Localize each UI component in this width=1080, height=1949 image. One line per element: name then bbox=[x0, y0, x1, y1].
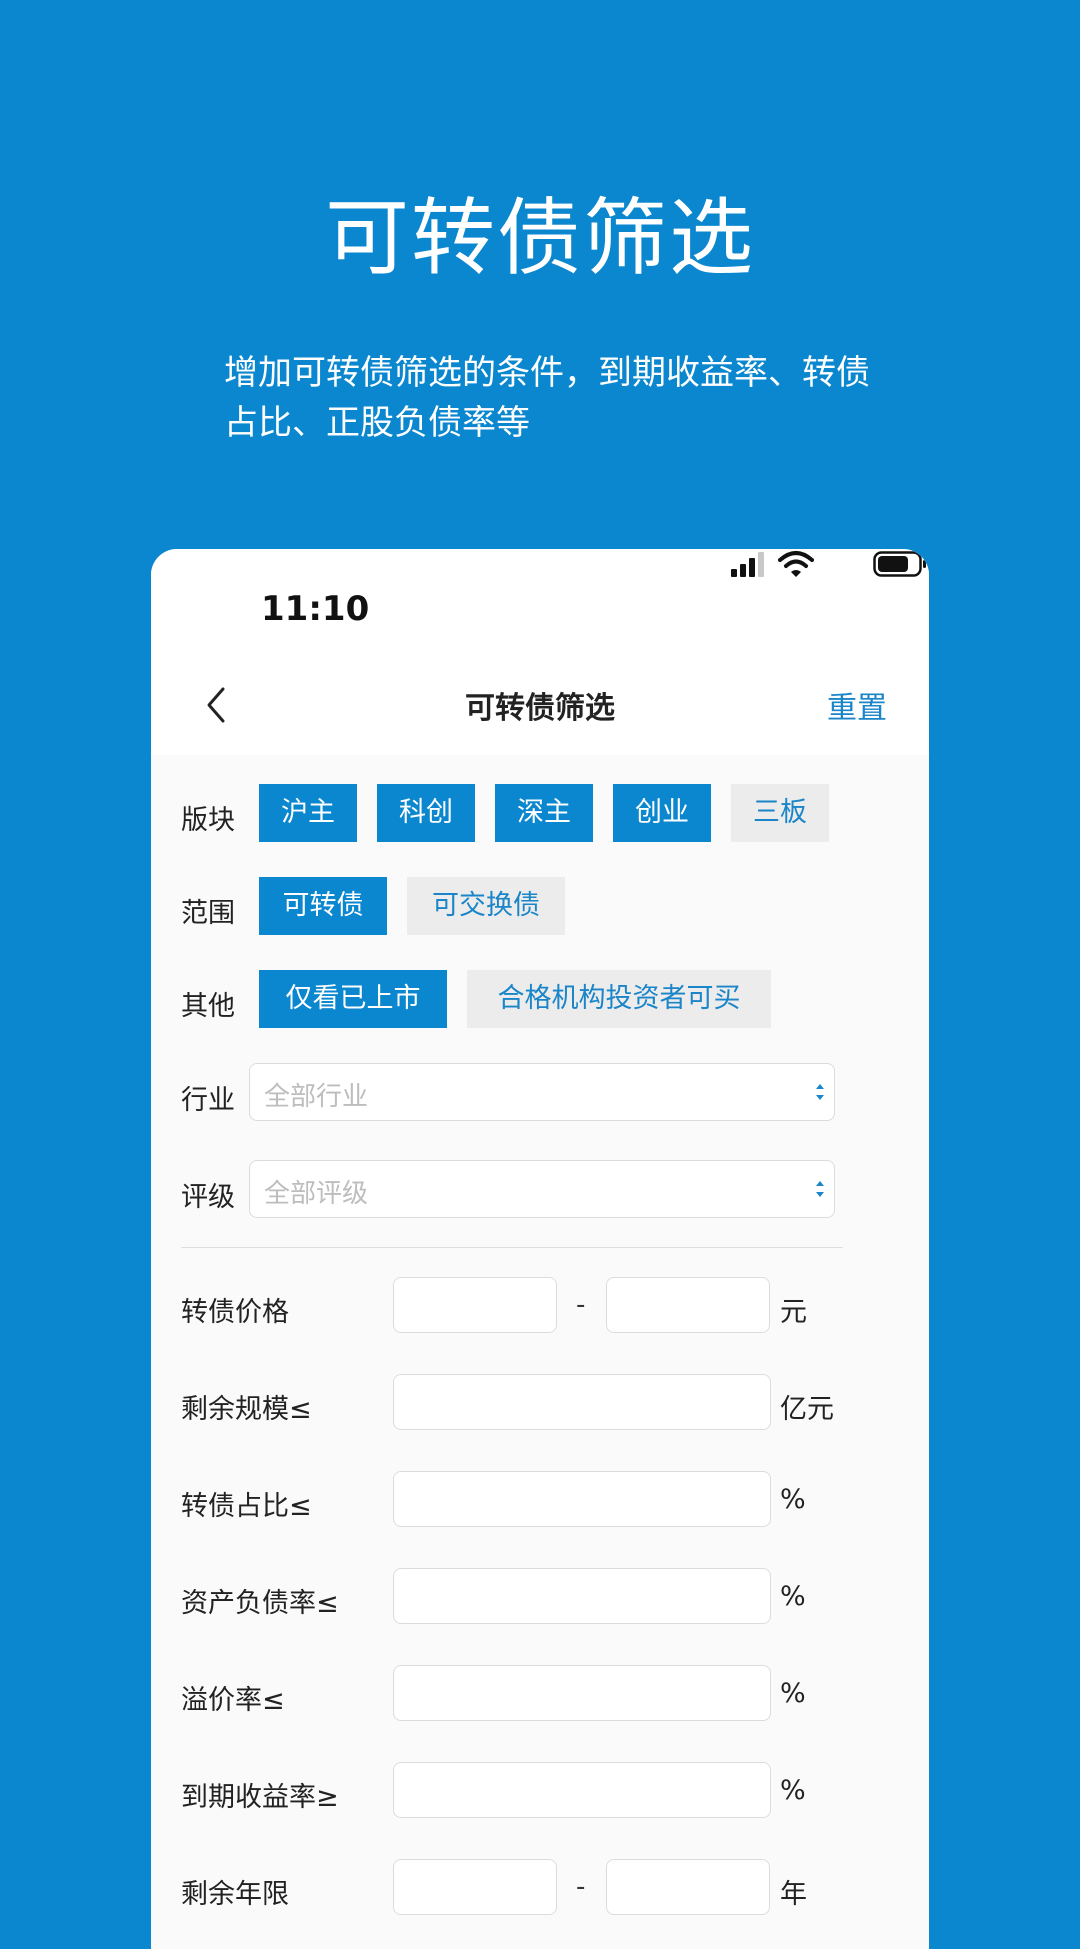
sector-label: 版块 bbox=[181, 805, 235, 836]
bond-ratio-label: 转债占比≤ bbox=[181, 1491, 312, 1522]
reset-button[interactable]: 重置 bbox=[827, 683, 887, 727]
premium-rate-label: 溢价率≤ bbox=[181, 1685, 285, 1716]
debt-ratio-input[interactable] bbox=[393, 1568, 771, 1624]
promo-title: 可转债筛选 bbox=[324, 189, 755, 287]
price-label: 转债价格 bbox=[181, 1297, 289, 1328]
battery-icon bbox=[873, 551, 926, 577]
ytm-unit: % bbox=[780, 1775, 806, 1806]
price-range-separator: - bbox=[576, 1290, 586, 1320]
chip-listed-only[interactable]: 仅看已上市 bbox=[259, 970, 447, 1028]
promo-subtitle: 增加可转债筛选的条件，到期收益率、转债占比、正股负债率等 bbox=[224, 353, 870, 443]
chip-sector-chinext[interactable]: 创业 bbox=[613, 784, 711, 842]
ytm-input[interactable] bbox=[393, 1762, 771, 1818]
industry-select-value: 全部行业 bbox=[264, 1082, 369, 1112]
remaining-scale-unit: 亿元 bbox=[780, 1394, 834, 1425]
status-time: 11:10 bbox=[261, 589, 370, 629]
chip-sector-star[interactable]: 科创 bbox=[377, 784, 475, 842]
select-arrows-icon bbox=[816, 1084, 824, 1100]
status-bar: 11:10 bbox=[151, 549, 929, 659]
industry-label: 行业 bbox=[181, 1085, 235, 1116]
rating-select[interactable]: 全部评级 bbox=[249, 1160, 835, 1218]
page-title: 可转债筛选 bbox=[465, 691, 615, 726]
chip-scope-exchangeable[interactable]: 可交换债 bbox=[407, 877, 565, 935]
premium-rate-input[interactable] bbox=[393, 1665, 771, 1721]
remaining-years-separator: - bbox=[576, 1872, 586, 1902]
bond-ratio-unit: % bbox=[780, 1484, 806, 1515]
phone-screen: 11:10 可转债筛选 重置 版块 沪主 科创 深主 创业 三板 范围 可转债 … bbox=[151, 549, 929, 1949]
remaining-years-max-input[interactable] bbox=[606, 1859, 770, 1915]
bond-ratio-input[interactable] bbox=[393, 1471, 771, 1527]
premium-rate-unit: % bbox=[780, 1678, 806, 1709]
scope-label: 范围 bbox=[181, 898, 235, 929]
chip-sector-neeq[interactable]: 三板 bbox=[731, 784, 829, 842]
chip-sector-sh-main[interactable]: 沪主 bbox=[259, 784, 357, 842]
remaining-scale-label: 剩余规模≤ bbox=[181, 1394, 312, 1425]
price-min-input[interactable] bbox=[393, 1277, 557, 1333]
nav-bar: 可转债筛选 重置 bbox=[151, 659, 929, 755]
chip-qualified-investor[interactable]: 合格机构投资者可买 bbox=[467, 970, 771, 1028]
remaining-years-unit: 年 bbox=[780, 1879, 807, 1910]
other-label: 其他 bbox=[181, 991, 235, 1022]
cellular-signal-icon bbox=[731, 552, 764, 577]
rating-select-value: 全部评级 bbox=[264, 1179, 369, 1209]
ytm-label: 到期收益率≥ bbox=[181, 1782, 339, 1813]
chip-scope-convertible[interactable]: 可转债 bbox=[259, 877, 387, 935]
debt-ratio-unit: % bbox=[780, 1581, 806, 1612]
section-divider bbox=[181, 1247, 843, 1248]
remaining-scale-input[interactable] bbox=[393, 1374, 771, 1430]
rating-label: 评级 bbox=[181, 1182, 235, 1213]
price-unit: 元 bbox=[780, 1297, 807, 1328]
chip-sector-sz-main[interactable]: 深主 bbox=[495, 784, 593, 842]
industry-select[interactable]: 全部行业 bbox=[249, 1063, 835, 1121]
wifi-icon bbox=[778, 551, 814, 577]
select-arrows-icon bbox=[816, 1181, 824, 1197]
price-max-input[interactable] bbox=[606, 1277, 770, 1333]
remaining-years-label: 剩余年限 bbox=[181, 1879, 289, 1910]
remaining-years-min-input[interactable] bbox=[393, 1859, 557, 1915]
debt-ratio-label: 资产负债率≤ bbox=[181, 1588, 339, 1619]
